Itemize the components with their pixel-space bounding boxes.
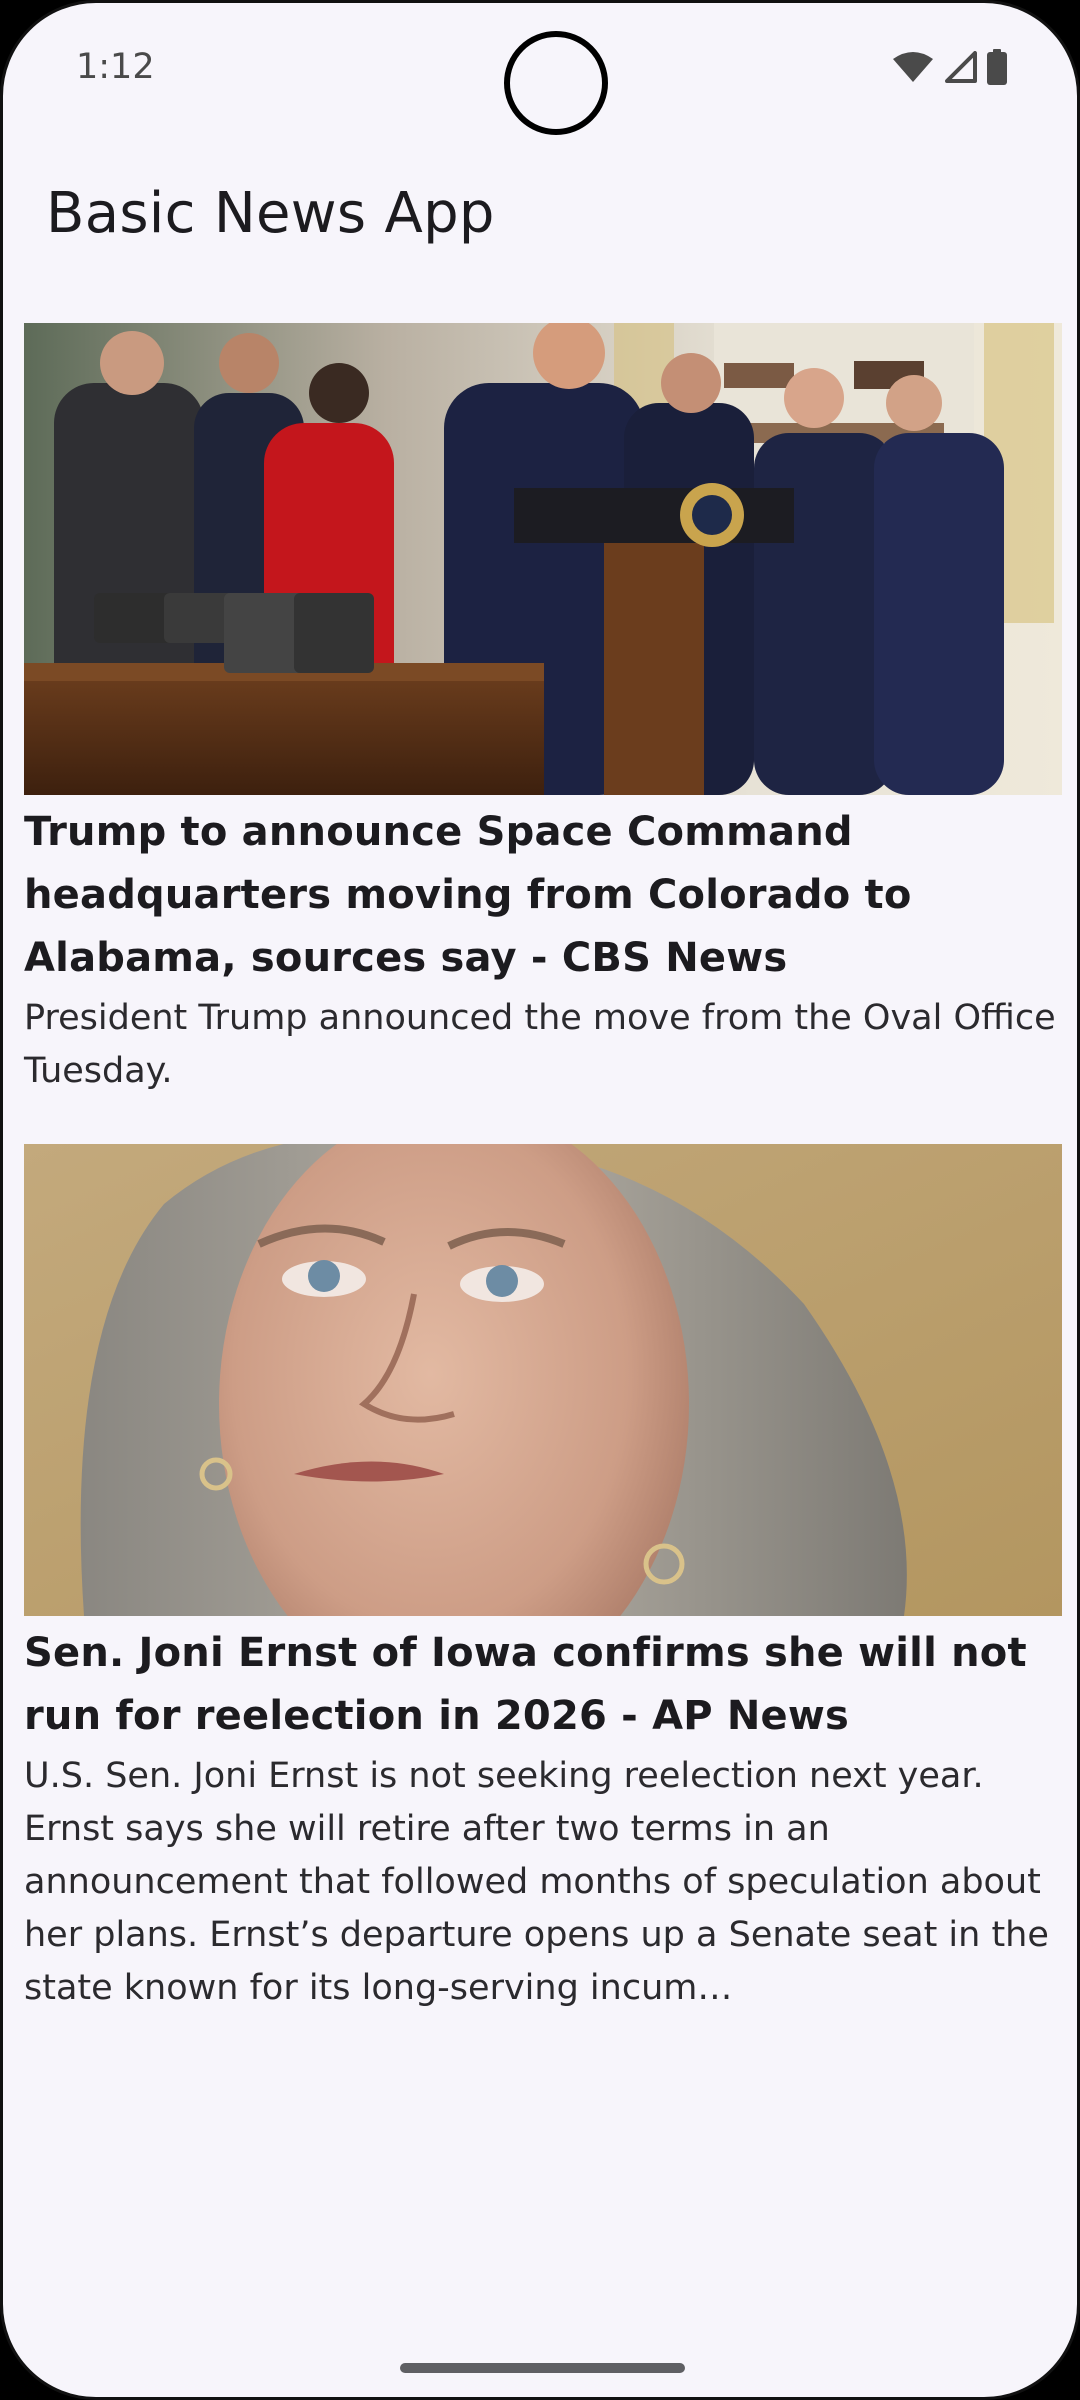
article-image xyxy=(24,1144,1062,1616)
wifi-icon xyxy=(893,51,933,83)
news-feed[interactable]: Trump to announce Space Command headquar… xyxy=(24,323,1062,2061)
app-title: Basic News App xyxy=(46,181,495,246)
article-description: U.S. Sen. Joni Ernst is not seeking reel… xyxy=(24,1756,1049,2008)
article-title[interactable]: Trump to announce Space Command headquar… xyxy=(24,801,1062,990)
article-title[interactable]: Sen. Joni Ernst of Iowa confirms she wil… xyxy=(24,1622,1062,1748)
article-description: President Trump announced the move from … xyxy=(24,998,1056,1091)
news-article-card[interactable]: Sen. Joni Ernst of Iowa confirms she wil… xyxy=(24,1144,1062,2015)
news-article-card[interactable]: Trump to announce Space Command headquar… xyxy=(24,323,1062,1098)
article-image xyxy=(24,323,1062,795)
phone-screen: 1:12 Basic News App Trump to announce Sp… xyxy=(0,0,1080,2400)
status-icons xyxy=(893,47,1007,87)
battery-icon xyxy=(987,49,1007,85)
status-bar: 1:12 xyxy=(3,3,1077,135)
status-time: 1:12 xyxy=(76,47,155,87)
cellular-signal-icon xyxy=(943,51,977,83)
gesture-navigation-handle[interactable] xyxy=(400,2363,685,2373)
camera-cutout xyxy=(504,31,608,135)
